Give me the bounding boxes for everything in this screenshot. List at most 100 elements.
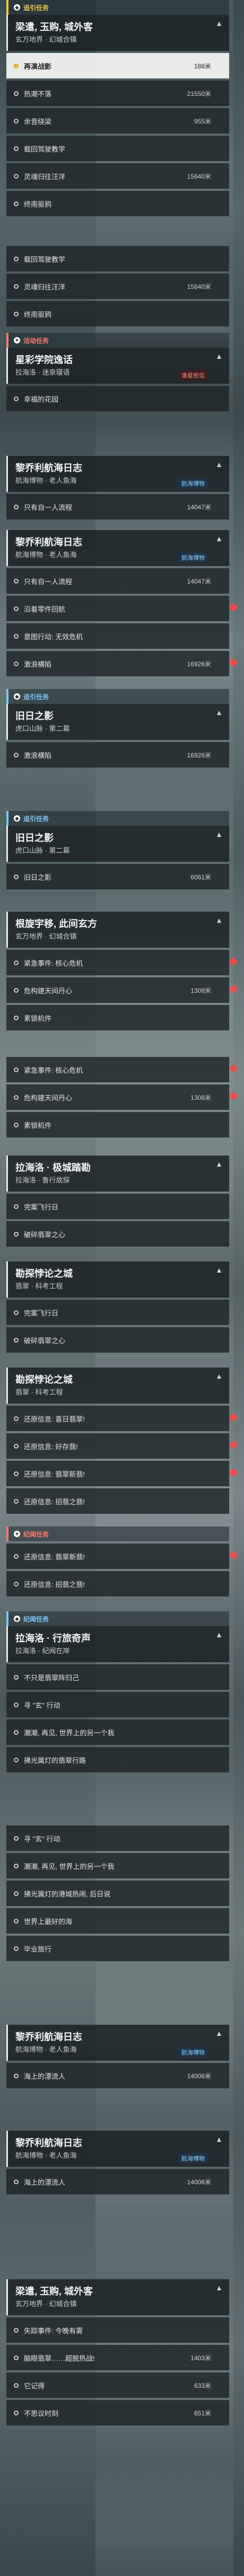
section-9: 勘探悖论之城 翡翠 · 科考工程 ▲ 完案飞行日 破碎翡翠之心 — [6, 1261, 229, 1353]
chevron-up-icon[interactable]: ▲ — [215, 534, 223, 543]
chevron-up-icon[interactable]: ▲ — [215, 1372, 223, 1380]
quest-step[interactable]: 还原信息: 好存翡! — [6, 1433, 238, 1459]
step-label: 毕业旅行 — [24, 1945, 52, 1953]
chevron-up-icon[interactable]: ▲ — [215, 830, 223, 839]
quest-card[interactable]: 旧日之影 虎口山脉 · 第二幕 ▲ — [6, 826, 229, 862]
quest-step[interactable]: 载回驾驶教学 — [6, 246, 229, 271]
section-header: ◆ 追引任务 — [6, 689, 229, 704]
quest-card[interactable]: 梁遣, 玉购, 城外客 玄万地界 · 幻城合镇 ▲ — [6, 2279, 229, 2315]
quest-step[interactable]: 还原信息: 喜日翡翠! — [6, 1406, 238, 1431]
quest-step[interactable]: 灵魂归往汪洋 15640米 — [6, 274, 229, 299]
chevron-up-icon[interactable]: ▲ — [215, 916, 223, 924]
quest-card[interactable]: 星彩学院逸话 拉海洛 · 迷泉寝语 ▲ 谁星密信 — [6, 348, 229, 384]
section-header: ◆ 追引任务 — [6, 0, 229, 15]
quest-step[interactable]: 完案飞行日 — [6, 1194, 229, 1219]
step-dot — [14, 1067, 19, 1072]
quest-step[interactable]: 终南驱鸦 — [6, 301, 229, 327]
chevron-up-icon[interactable]: ▲ — [215, 2283, 223, 2292]
quest-step[interactable]: 脑眼翡翠……超脱热战! 1403米 — [6, 2345, 229, 2370]
step-label: 终南驱鸦 — [24, 200, 52, 208]
quest-step[interactable]: 不思议时刻 651米 — [6, 2400, 229, 2425]
step-label: 只有自一人流程 — [24, 577, 73, 586]
quest-step[interactable]: 危构建天间丹心 1308米 — [6, 977, 238, 1003]
quest-step[interactable]: 完案飞行日 — [6, 1300, 229, 1325]
quest-step[interactable]: 灵魂归往汪洋 15640米 — [6, 163, 229, 189]
quest-step[interactable]: 素锁机件 — [6, 1005, 229, 1030]
quest-step[interactable]: 寻 "玄" 行动 — [6, 1825, 229, 1851]
quest-step[interactable]: 不只是翡翠阵归己 — [6, 1664, 229, 1690]
quest-step[interactable]: 它记得 633米 — [6, 2372, 229, 2398]
quest-card[interactable]: 梁遣, 玉购, 城外客 玄万地界 · 幻城合镇 ▲ — [6, 15, 229, 51]
quest-step[interactable]: 热潮不落 21550米 — [6, 81, 229, 106]
quest-step[interactable]: 沿着零件回航 — [6, 596, 238, 621]
quest-step[interactable]: 海上的漂流人 14006米 — [6, 2169, 229, 2194]
quest-step[interactable]: 还原信息: 翡翠新翡! — [6, 1461, 238, 1486]
quest-step[interactable]: 只有自一人流程 14047米 — [6, 494, 229, 519]
quest-step[interactable]: 危构建天间丹心 1308米 — [6, 1084, 238, 1110]
quest-step[interactable]: 拂光属灯的港城热闹, 后日说 — [6, 1881, 229, 1906]
step-label: 还原信息: 翡翠新翡! — [24, 1552, 85, 1561]
quest-step[interactable]: 终南驱鸦 — [6, 191, 229, 216]
quest-step[interactable]: 还原信息: 招翡之翡! — [6, 1488, 229, 1514]
quest-title: 勘探悖论之城 — [15, 1268, 73, 1279]
header-label: 追引任务 — [23, 815, 49, 823]
quest-step[interactable]: 素锁机件 — [6, 1112, 229, 1137]
quest-step[interactable]: 激浪横陷 16926米 — [6, 651, 238, 676]
quest-step[interactable]: 余音绕梁 955米 — [6, 108, 229, 134]
chevron-up-icon[interactable]: ▲ — [215, 2135, 223, 2143]
quest-card[interactable]: 根旋宇移, 此间玄方 玄万地界 · 幻城合镇 ▲ — [6, 912, 229, 948]
quest-step[interactable]: 意图行动: 无效危机 — [6, 623, 229, 649]
quest-step[interactable]: 世界上最好的海 — [6, 1908, 229, 1934]
section-header: ✦ 纪闻任务 — [6, 1527, 229, 1541]
quest-step[interactable]: 潮潮, 再见, 世界上的另一个我 — [6, 1719, 229, 1745]
quest-step[interactable]: 幸福的花园 — [6, 386, 229, 411]
chevron-up-icon[interactable]: ▲ — [215, 1160, 223, 1168]
quest-step[interactable]: 破碎翡翠之心 — [6, 1327, 229, 1353]
step-dot — [14, 1310, 19, 1315]
alert-diamond-icon — [229, 603, 238, 612]
quest-card[interactable]: 勘探悖论之城 翡翠 · 科考工程 ▲ — [6, 1368, 229, 1404]
quest-step[interactable]: 紧急事件: 核心危机 — [6, 950, 238, 975]
quest-subtitle: 虎口山脉 · 第二幕 — [15, 846, 70, 854]
step-dot — [14, 1471, 19, 1476]
step-label: 再演战影 — [24, 62, 52, 70]
quest-step[interactable]: 再演战影 188米 — [6, 53, 229, 78]
step-dot — [14, 396, 19, 401]
quest-card[interactable]: 勘探悖论之城 翡翠 · 科考工程 ▲ — [6, 1261, 229, 1298]
quest-step[interactable]: 还原信息: 招翡之翡! — [6, 1571, 229, 1596]
quest-step[interactable]: 载回驾驶教学 — [6, 136, 229, 161]
quest-title: 拉海洛 · 行旅奇声 — [15, 1633, 91, 1644]
quest-card[interactable]: 旧日之影 虎口山脉 · 第二幕 ▲ — [6, 704, 229, 740]
chevron-up-icon[interactable]: ▲ — [215, 708, 223, 717]
chevron-up-icon[interactable]: ▲ — [215, 352, 223, 360]
quest-step[interactable]: 旧日之影 6061米 — [6, 864, 229, 889]
quest-step[interactable]: 失踪事件: 今晚有雾 — [6, 2317, 229, 2343]
step-label: 紧急事件: 核心危机 — [24, 1066, 83, 1074]
quest-card[interactable]: 拉海洛 · 极城踏勘 拉海洛 · 鲁行故探 ▲ — [6, 1155, 229, 1192]
quest-card[interactable]: 黎乔利航海日志 航海博物 · 老人鱼海 ▲ 航海博物 — [6, 456, 229, 492]
quest-step[interactable]: 还原信息: 翡翠新翡! — [6, 1543, 238, 1569]
chevron-up-icon[interactable]: ▲ — [215, 1266, 223, 1274]
quest-card[interactable]: 黎乔利航海日志 航海博物 · 老人鱼海 ▲ 航海博物 — [6, 530, 229, 566]
chevron-up-icon[interactable]: ▲ — [215, 2029, 223, 2037]
quest-step[interactable]: 海上的漂流人 14006米 — [6, 2063, 229, 2088]
step-dot — [14, 752, 19, 757]
quest-step[interactable]: 寻 "玄" 行动 — [6, 1692, 229, 1717]
quest-step[interactable]: 拂光属灯的翡翠行路 — [6, 1747, 229, 1772]
quest-card[interactable]: 黎乔利航海日志 航海博物 · 老人鱼海 ▲ 航海博物 — [6, 2025, 229, 2061]
quest-step[interactable]: 只有自一人流程 14047米 — [6, 568, 229, 594]
step-label: 终南驱鸦 — [24, 310, 52, 319]
quest-step[interactable]: 破碎翡翠之心 — [6, 1221, 229, 1247]
chevron-up-icon[interactable]: ▲ — [215, 460, 223, 469]
chevron-up-icon[interactable]: ▲ — [215, 1630, 223, 1639]
quest-step[interactable]: 毕业旅行 — [6, 1936, 229, 1961]
quest-step[interactable]: 紧急事件: 核心危机 — [6, 1057, 238, 1082]
step-distance: 16926米 — [187, 660, 211, 668]
quest-card[interactable]: 黎乔利航海日志 航海博物 · 老人鱼海 ▲ 航海博物 — [6, 2131, 229, 2167]
step-label: 潮潮, 再见, 世界上的另一个我 — [24, 1728, 115, 1737]
step-dot — [14, 173, 19, 179]
quest-step[interactable]: 激浪横陷 16926米 — [6, 742, 229, 767]
quest-step[interactable]: 潮潮, 再见, 世界上的另一个我 — [6, 1853, 229, 1878]
chevron-up-icon[interactable]: ▲ — [215, 19, 223, 28]
quest-card[interactable]: 拉海洛 · 行旅奇声 拉海洛 · 纪闻在岸 ▲ — [6, 1626, 229, 1662]
